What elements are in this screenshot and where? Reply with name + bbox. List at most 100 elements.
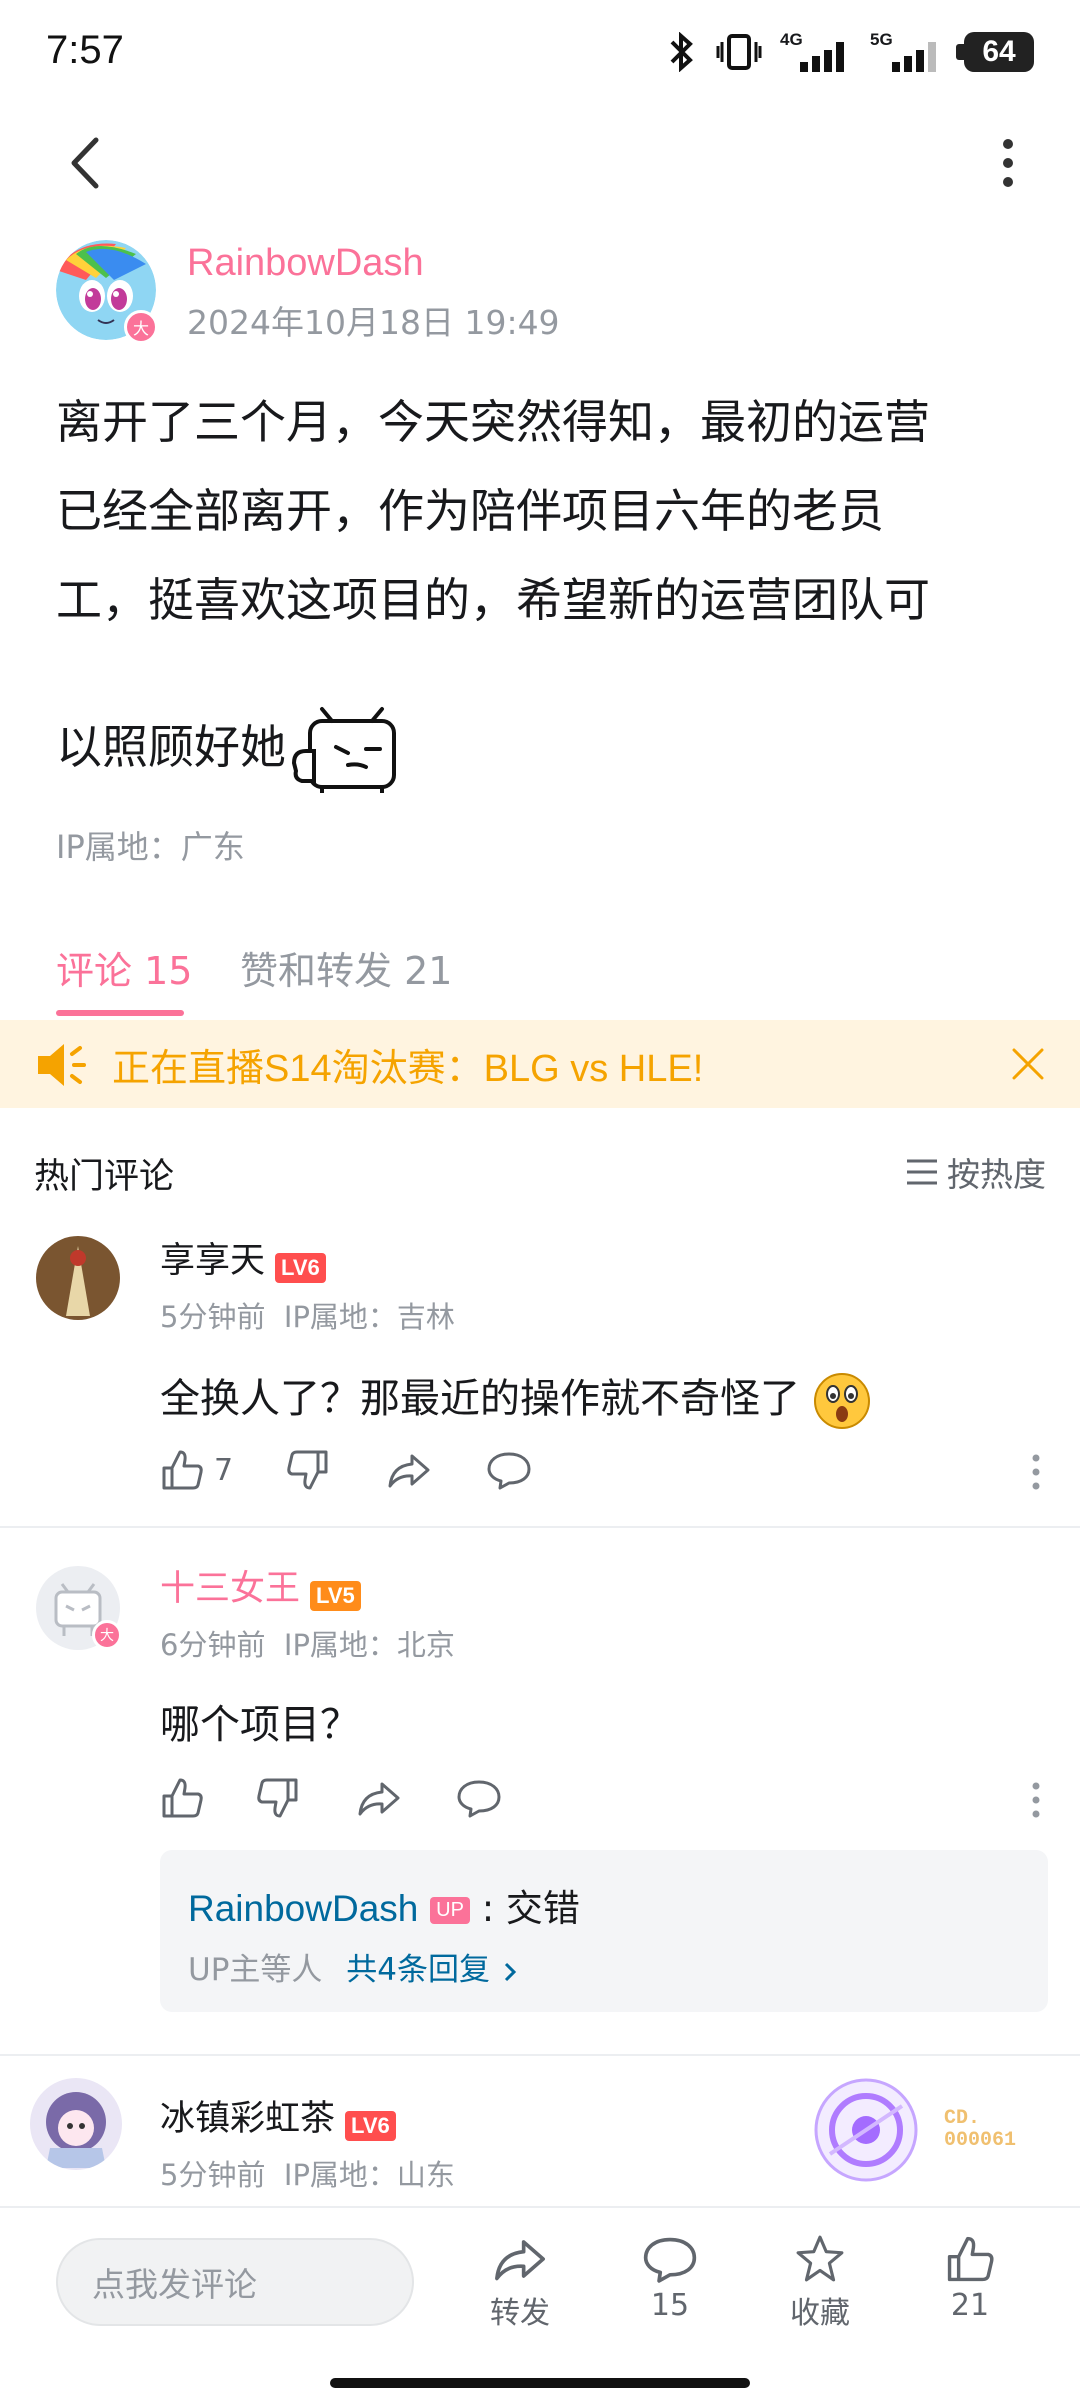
comment-actions xyxy=(160,1776,1048,1820)
thumb-up-icon xyxy=(162,1450,203,1490)
view-replies-link[interactable]: 共4条回复 xyxy=(346,1952,490,1988)
comment-bubble-icon xyxy=(487,1452,531,1490)
share-button[interactable] xyxy=(386,1450,486,1490)
more-vertical-icon[interactable] xyxy=(1030,1452,1042,1492)
favorite-label: 收藏 xyxy=(790,2296,850,2331)
vibrate-icon xyxy=(716,34,762,70)
network-5g-label: 5G xyxy=(870,30,893,49)
list-icon xyxy=(907,1159,937,1185)
commenter-avatar-image xyxy=(36,1236,120,1320)
comment-time: 5分钟前 xyxy=(160,2158,266,2192)
reply-preview-box[interactable]: RainbowDash UP : 交错 UP主等人 共4条回复 xyxy=(160,1850,1048,2012)
thumb-down-icon xyxy=(287,1450,328,1490)
reply-summary: UP主等人 xyxy=(188,1952,323,1988)
like-button[interactable]: 7 xyxy=(160,1448,286,1492)
level-badge: LV6 xyxy=(275,1252,326,1283)
medal-number: CD. 000061 xyxy=(944,2107,1017,2152)
dislike-button[interactable] xyxy=(256,1776,356,1820)
battery-icon: 64 xyxy=(956,32,1034,72)
tab-active-indicator xyxy=(56,1010,184,1016)
post-author-name[interactable]: RainbowDash xyxy=(187,242,424,285)
dislike-button[interactable] xyxy=(286,1448,386,1492)
comment-user-row: 享享天 LV6 xyxy=(160,1232,326,1283)
more-vertical-icon[interactable] xyxy=(1030,1780,1042,1820)
comment-time: 6分钟前 xyxy=(160,1628,266,1662)
bilibili-tv-emoji-icon xyxy=(292,706,396,793)
comment-actions: 7 xyxy=(160,1448,1048,1492)
hot-comments-title: 热门评论 xyxy=(34,1157,175,1197)
commenter-avatar-image xyxy=(30,2078,122,2170)
level-badge: LV6 xyxy=(345,2110,396,2141)
comment-text: 全换人了？那最近的操作就不奇怪了 xyxy=(160,1366,871,1430)
share-action[interactable]: 转发 xyxy=(460,2234,580,2332)
commenter-name[interactable]: 冰镇彩虹茶 xyxy=(160,2099,335,2139)
tab-comments[interactable]: 评论 15 xyxy=(56,940,192,995)
more-vertical-icon[interactable] xyxy=(988,128,1028,198)
live-banner-text: 正在直播S14淘汰赛：BLG vs HLE! xyxy=(112,1047,704,1090)
comment-text: 哪个项目？ xyxy=(160,1702,360,1748)
signal-4g-icon: 4G xyxy=(780,30,852,72)
post-ip-location: IP属地：广东 xyxy=(56,828,245,866)
share-icon xyxy=(388,1454,430,1488)
speaker-icon xyxy=(38,1044,86,1086)
signal-5g-icon: 5G xyxy=(870,30,946,72)
comment-input[interactable]: 点我发评论 xyxy=(56,2238,414,2326)
status-bar: 7:57 4G 5G 64 xyxy=(0,0,1080,100)
comment-time: 5分钟前 xyxy=(160,1300,266,1334)
reply-summary-row: UP主等人 共4条回复 xyxy=(188,1944,520,1989)
comment-meta: 5分钟前 IP属地：山东 xyxy=(160,2152,455,2194)
back-arrow-icon[interactable] xyxy=(56,128,116,198)
share-button[interactable] xyxy=(356,1778,456,1818)
thumb-up-icon xyxy=(162,1778,203,1818)
reply-button[interactable] xyxy=(486,1450,532,1490)
post-line: 以照顾好她 xyxy=(56,720,286,774)
share-label: 转发 xyxy=(490,2296,550,2331)
like-button[interactable] xyxy=(160,1776,256,1820)
star-icon xyxy=(796,2235,844,2282)
thumb-up-icon xyxy=(947,2236,994,2282)
surprised-emoji-icon xyxy=(813,1373,870,1429)
fan-medal-badge xyxy=(810,2074,922,2186)
tab-likes-reposts[interactable]: 赞和转发 21 xyxy=(240,940,452,995)
comment-ip: IP属地：吉林 xyxy=(283,1300,455,1334)
level-badge: LV5 xyxy=(310,1580,361,1611)
comment-text-content: 全换人了？那最近的操作就不奇怪了 xyxy=(160,1376,800,1422)
comment-action[interactable]: 15 xyxy=(610,2234,730,2323)
thumb-down-icon xyxy=(257,1778,298,1818)
avatar[interactable] xyxy=(36,1236,120,1320)
divider xyxy=(0,2054,1080,2056)
status-time: 7:57 xyxy=(46,28,124,72)
comment-meta: 5分钟前 IP属地：吉林 xyxy=(160,1294,455,1336)
close-icon[interactable] xyxy=(1010,1046,1046,1082)
sort-button[interactable]: 按热度 xyxy=(905,1148,1046,1196)
favorite-action[interactable]: 收藏 xyxy=(760,2234,880,2332)
commenter-name[interactable]: 享享天 xyxy=(160,1241,265,1281)
comment-ip: IP属地：山东 xyxy=(283,2158,455,2192)
home-indicator xyxy=(330,2378,750,2388)
reply-author[interactable]: RainbowDash xyxy=(188,1888,418,1929)
reply-text: : 交错 xyxy=(481,1887,580,1930)
up-tag-badge: UP xyxy=(430,1897,470,1924)
comment-bubble-icon xyxy=(457,1780,501,1818)
post-content: 离开了三个月，今天突然得知，最初的运营 已经全部离开，作为陪伴项目六年的老员 工… xyxy=(56,378,1026,797)
avatar[interactable] xyxy=(30,2078,122,2170)
avatar-badge: 大 xyxy=(124,310,158,344)
share-icon xyxy=(358,1782,400,1816)
decoration-medal-icon xyxy=(814,2078,918,2182)
reply-line: RainbowDash UP : 交错 xyxy=(188,1878,580,1932)
post-line: 已经全部离开，作为陪伴项目六年的老员 xyxy=(56,484,884,538)
comment-ip: IP属地：北京 xyxy=(283,1628,455,1662)
like-action[interactable]: 21 xyxy=(910,2234,1030,2323)
comment-user-row: 十三女王 LV5 xyxy=(160,1560,361,1611)
bottom-bar: 点我发评论 转发 15 收藏 21 xyxy=(0,2206,1080,2400)
comment-meta: 6分钟前 IP属地：北京 xyxy=(160,1622,455,1664)
post-date: 2024年10月18日 19:49 xyxy=(187,303,560,342)
live-banner[interactable]: 正在直播S14淘汰赛：BLG vs HLE! xyxy=(0,1020,1080,1108)
bluetooth-icon xyxy=(670,32,693,72)
like-count: 21 xyxy=(950,2288,990,2323)
post-line: 工，挺喜欢这项目的，希望新的运营团队可 xyxy=(56,573,930,627)
commenter-name[interactable]: 十三女王 xyxy=(160,1569,300,1609)
top-nav xyxy=(0,110,1080,220)
reply-button[interactable] xyxy=(456,1778,502,1818)
post-last-line-row: 以照顾好她 xyxy=(56,703,1026,797)
